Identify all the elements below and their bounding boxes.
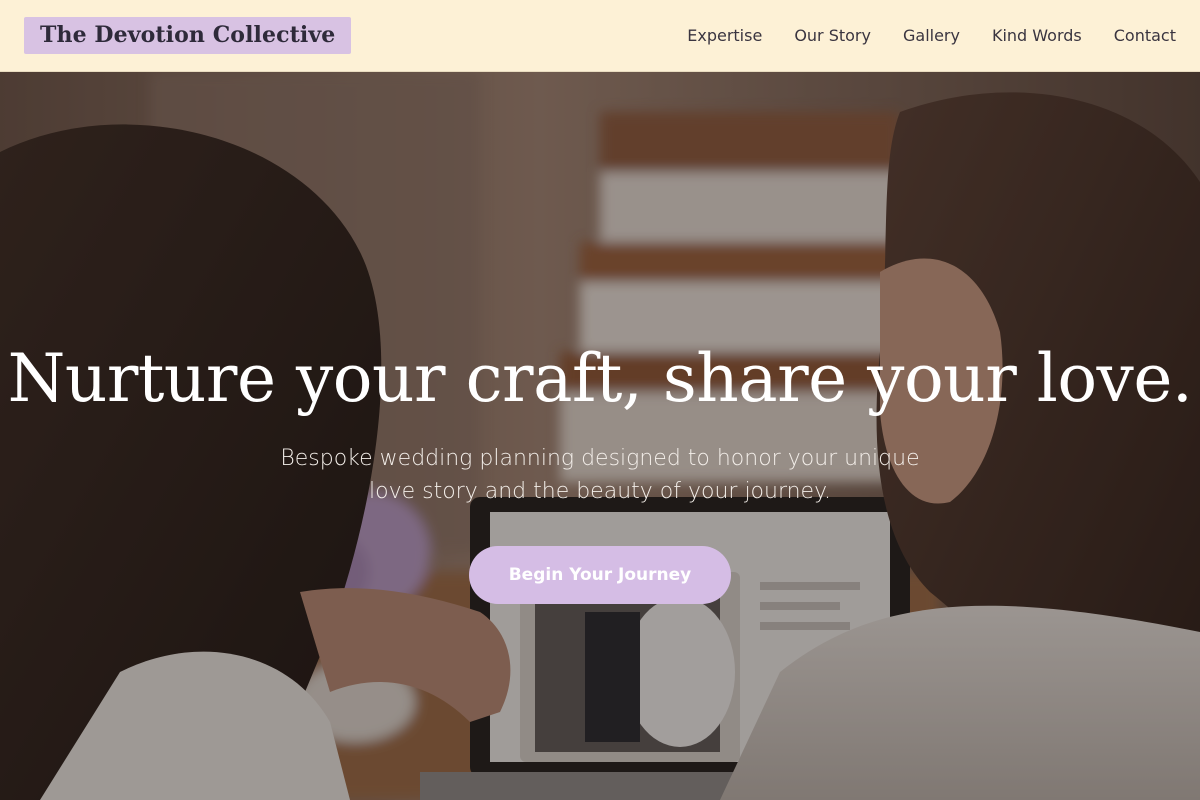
nav-link-our-story[interactable]: Our Story [794,26,871,45]
site-header: The Devotion Collective Expertise Our St… [0,0,1200,72]
nav-link-contact[interactable]: Contact [1114,26,1176,45]
begin-journey-button[interactable]: Begin Your Journey [468,545,732,604]
site-logo[interactable]: The Devotion Collective [24,17,352,54]
hero-content: Nurture your craft, share your love. Bes… [0,342,1200,604]
hero-section: Nurture your craft, share your love. Bes… [0,72,1200,800]
hero-subtitle: Bespoke wedding planning designed to hon… [280,445,920,504]
nav-link-kind-words[interactable]: Kind Words [992,26,1082,45]
nav-link-gallery[interactable]: Gallery [903,26,960,45]
nav-link-expertise[interactable]: Expertise [687,26,762,45]
hero-title: Nurture your craft, share your love. [7,340,1193,417]
main-nav: Expertise Our Story Gallery Kind Words C… [655,26,1176,45]
